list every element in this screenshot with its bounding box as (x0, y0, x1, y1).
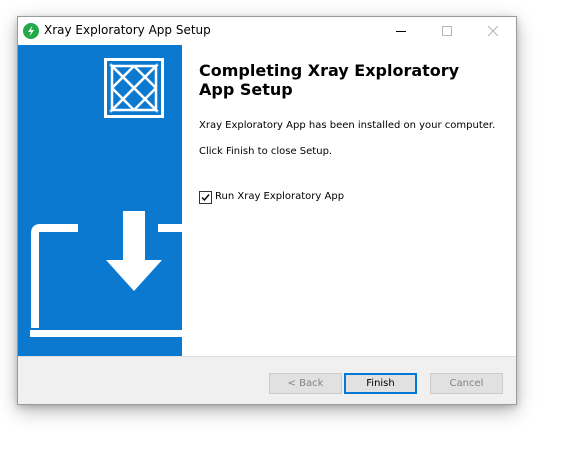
window-title: Xray Exploratory App Setup (44, 23, 211, 37)
finish-instruction: Click Finish to close Setup. (199, 146, 333, 157)
xray-logo (104, 58, 164, 118)
checkmark-icon (201, 194, 210, 202)
cancel-button[interactable]: Cancel (430, 373, 503, 394)
installed-message: Xray Exploratory App has been installed … (199, 120, 496, 131)
maximize-icon (442, 26, 452, 36)
close-button[interactable] (470, 17, 516, 45)
button-bar: < Back Finish Cancel (18, 356, 516, 404)
finish-button[interactable]: Finish (344, 373, 417, 394)
maximize-button[interactable] (424, 17, 470, 45)
run-app-label[interactable]: Run Xray Exploratory App (215, 191, 344, 202)
run-app-checkbox[interactable] (199, 191, 212, 204)
laptop-download-icon (30, 211, 182, 337)
setup-window: Xray Exploratory App Setup Completing Xr… (17, 16, 517, 405)
xray-app-icon (23, 23, 39, 39)
page-title: Completing Xray Exploratory App Setup (199, 61, 460, 99)
back-button[interactable]: < Back (269, 373, 342, 394)
xray-logo-icon (108, 62, 160, 114)
side-banner (18, 45, 182, 356)
completion-panel: Completing Xray Exploratory App Setup Xr… (182, 45, 516, 356)
minimize-icon (396, 31, 406, 32)
title-bar[interactable]: Xray Exploratory App Setup (18, 17, 516, 45)
minimize-button[interactable] (378, 17, 424, 45)
close-icon (488, 26, 498, 36)
